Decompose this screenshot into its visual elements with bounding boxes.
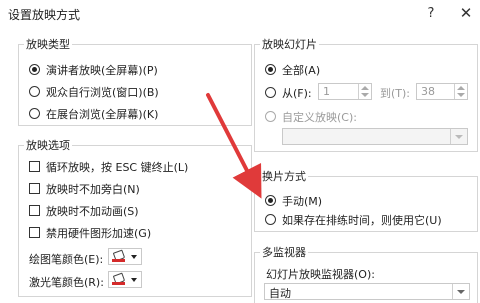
red-annotation-arrow (206, 93, 262, 199)
set-up-show-dialog: 设置放映方式 ? ✕ 放映类型 演讲者放映(全屏幕)(P) 观众自行浏览(窗口)… (0, 0, 480, 303)
